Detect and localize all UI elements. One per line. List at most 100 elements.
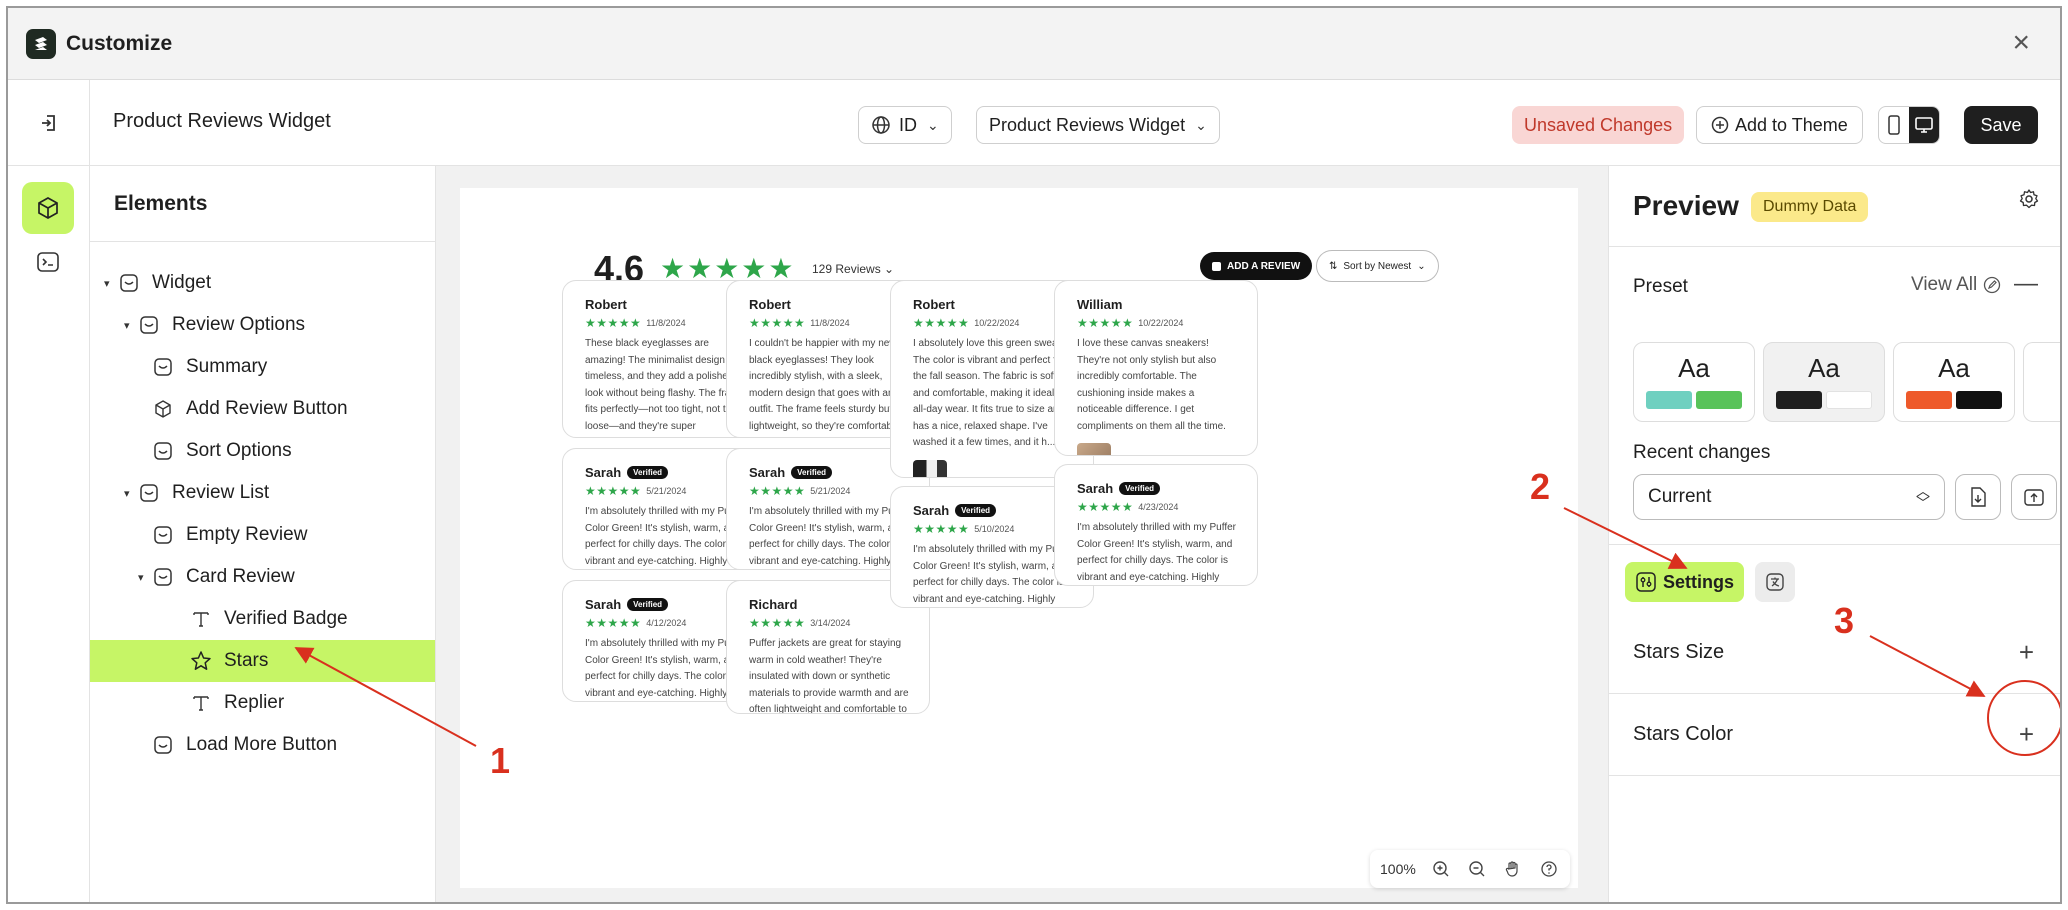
review-text: I'm absolutely thrilled with my Puffer C…: [749, 506, 908, 567]
review-photo[interactable]: [1077, 443, 1111, 455]
code-rail-button[interactable]: [22, 236, 74, 288]
translate-icon: [1766, 573, 1784, 591]
tree-item-label: Review Options: [172, 314, 306, 335]
add-to-theme-button[interactable]: Add to Theme: [1696, 106, 1863, 144]
review-text: I'm absolutely thrilled with my Puffer C…: [585, 506, 744, 567]
view-all-link[interactable]: View All: [1911, 274, 2001, 296]
app-window: Customize × Product Reviews Widget ID ⌄ …: [6, 6, 2062, 904]
chevron-down-icon: ⌄: [927, 116, 939, 133]
view-all-label: View All: [1911, 274, 1978, 295]
tab-settings-label: Settings: [1663, 571, 1735, 592]
tab-settings[interactable]: Settings: [1625, 562, 1745, 602]
plus-icon[interactable]: +: [2019, 719, 2034, 750]
review-stars: ★★★★★: [1077, 316, 1134, 330]
preset-card[interactable]: [2023, 342, 2060, 422]
review-text: I'm absolutely thrilled with my Puffer C…: [1077, 522, 1237, 583]
reviewer-name: Robert: [913, 297, 955, 312]
preset-sample: Aa: [1678, 353, 1710, 383]
tree-item-stars[interactable]: Stars: [90, 640, 435, 682]
review-stars: ★★★★★: [585, 484, 642, 498]
desktop-view-button[interactable]: [1909, 107, 1939, 143]
cube-icon: [152, 398, 174, 420]
help-icon[interactable]: [1538, 858, 1560, 880]
tree-item-summary[interactable]: Summary: [90, 346, 435, 388]
tree-item-label: Sort Options: [186, 440, 292, 461]
export-button[interactable]: [2011, 474, 2057, 520]
gear-icon[interactable]: [2018, 188, 2040, 215]
container-icon: [152, 524, 174, 546]
annotation-number: 3: [1834, 600, 1855, 641]
zoom-toolbar: 100%: [1370, 850, 1570, 888]
stars-color-row[interactable]: Stars Color +: [1609, 694, 2060, 776]
color-swatch: [1646, 391, 1692, 409]
tree-item-label: Review List: [172, 482, 270, 503]
tab-translate[interactable]: [1755, 562, 1795, 602]
mobile-view-button[interactable]: [1879, 107, 1909, 143]
sort-icon: ⇅: [1329, 260, 1338, 272]
add-to-theme-label: Add to Theme: [1735, 114, 1848, 135]
tree-item-widget[interactable]: ▾ Widget: [90, 262, 435, 304]
hand-icon[interactable]: [1502, 858, 1524, 880]
reviews-count[interactable]: 129 Reviews ⌄: [812, 262, 894, 276]
review-stars: ★★★★★: [749, 316, 806, 330]
mobile-icon: [1888, 115, 1900, 135]
import-button[interactable]: [1955, 474, 2001, 520]
review-date: 5/10/2024: [974, 524, 1015, 534]
review-card[interactable]: William ★★★★★ 10/22/2024 I love these can…: [1054, 280, 1258, 456]
text-icon: [190, 692, 212, 714]
add-review-button[interactable]: ADD A REVIEW: [1200, 252, 1313, 280]
tree-item-label: Add Review Button: [186, 398, 348, 419]
preview-panel: Preview Dummy Data Preset View All — Aa …: [1608, 166, 2060, 902]
close-icon[interactable]: ×: [2012, 26, 2030, 60]
review-stars: ★★★★★: [585, 316, 642, 330]
star-icon: [190, 650, 212, 672]
dummy-data-badge: Dummy Data: [1751, 192, 1869, 222]
tree-item-review-options[interactable]: ▾ Review Options: [90, 304, 435, 346]
tree-item-card-review[interactable]: ▾ Card Review: [90, 556, 435, 598]
exit-icon: [41, 115, 55, 131]
review-date: 4/23/2024: [1138, 502, 1179, 512]
sort-dropdown[interactable]: ⇅ Sort by Newest ⌄: [1316, 250, 1439, 282]
elements-rail-button[interactable]: [22, 182, 74, 234]
recent-changes-select[interactable]: Current ︿ ﹀: [1633, 474, 1945, 520]
left-rail: [8, 166, 90, 902]
preview-canvas: 4.6 ★★★★★ 129 Reviews ⌄ ADD A REVIEW ⇅ So…: [436, 166, 1608, 902]
tree-item-add-review-button[interactable]: Add Review Button: [90, 388, 435, 430]
reviewer-name: Sarah: [585, 597, 622, 612]
tree-item-sort-options[interactable]: Sort Options: [90, 430, 435, 472]
preset-card[interactable]: Aa: [1893, 342, 2015, 422]
tree-item-label: Replier: [224, 692, 285, 713]
save-button[interactable]: Save: [1964, 106, 2038, 144]
tree-item-label: Card Review: [186, 566, 295, 587]
chevron-down-icon: ⌄: [1195, 116, 1207, 133]
preset-card[interactable]: Aa: [1633, 342, 1755, 422]
reviewer-name: Sarah: [585, 465, 622, 480]
preset-card[interactable]: Aa: [1763, 342, 1885, 422]
tree-item-verified-badge[interactable]: Verified Badge: [90, 598, 435, 640]
review-date: 10/22/2024: [1138, 318, 1184, 328]
color-swatch: [1776, 391, 1822, 409]
tree-item-replier[interactable]: Replier: [90, 682, 435, 724]
review-card[interactable]: Sarah Verified ★★★★★ 4/23/2024 I'm absolut…: [1054, 464, 1258, 586]
caret-down-icon: ▾: [104, 277, 110, 290]
elements-panel: Elements ▾ Widget ▾ Review Options Summa…: [90, 166, 436, 902]
review-date: 11/8/2024: [646, 318, 686, 328]
zoom-out-icon[interactable]: [1466, 858, 1488, 880]
collapse-icon[interactable]: —: [2014, 270, 2038, 298]
tree-item-load-more-button[interactable]: Load More Button: [90, 724, 435, 766]
tree-item-empty-review[interactable]: Empty Review: [90, 514, 435, 556]
exit-button[interactable]: [8, 80, 90, 166]
chevron-down-icon: ⌄: [1417, 260, 1426, 272]
plus-icon[interactable]: +: [2019, 637, 2034, 668]
page-title: Product Reviews Widget: [113, 110, 331, 132]
language-select[interactable]: ID ⌄: [858, 106, 952, 144]
tree-item-review-list[interactable]: ▾ Review List: [90, 472, 435, 514]
annotation-number: 1: [490, 740, 511, 781]
review-text: I'm absolutely thrilled with my Puffer C…: [585, 638, 744, 699]
preset-sample: Aa: [1938, 353, 1970, 383]
color-swatch: [1906, 391, 1952, 409]
zoom-in-icon[interactable]: [1430, 858, 1452, 880]
review-photo[interactable]: [913, 459, 947, 477]
widget-select[interactable]: Product Reviews Widget ⌄: [976, 106, 1220, 144]
elements-heading: Elements: [90, 166, 435, 242]
